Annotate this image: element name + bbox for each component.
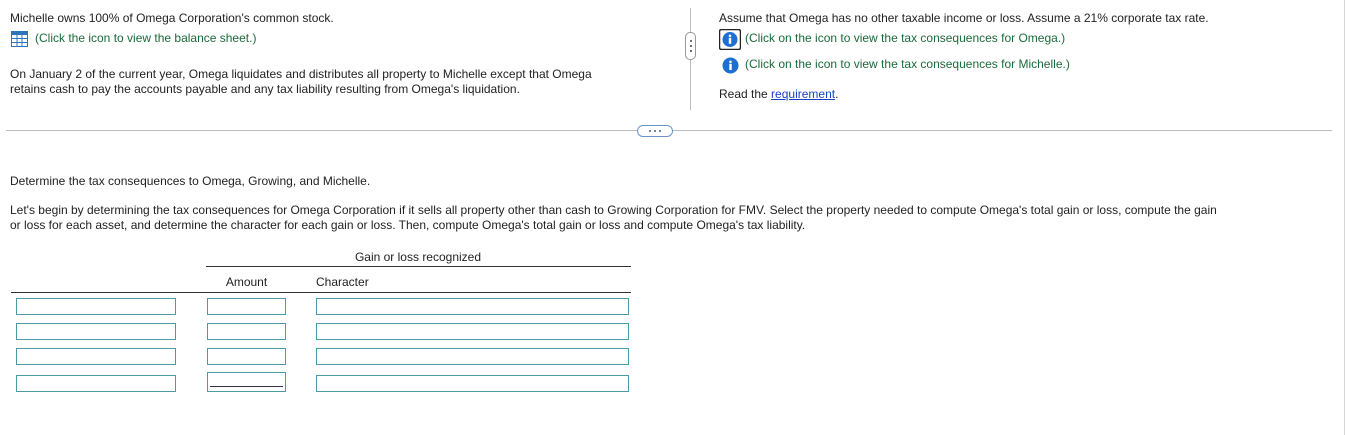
michelle-consequences-link[interactable]: (Click on the icon to view the tax conse… bbox=[745, 56, 1070, 72]
property-select[interactable] bbox=[16, 348, 176, 365]
property-select[interactable] bbox=[16, 298, 176, 315]
read-prefix: Read the bbox=[719, 87, 772, 101]
info-icon bbox=[718, 28, 742, 51]
amount-column-header: Amount bbox=[225, 275, 268, 289]
scenario-line-2: retains cash to pay the accounts payable… bbox=[10, 82, 520, 96]
info-icon bbox=[722, 57, 739, 74]
character-select[interactable] bbox=[316, 323, 629, 340]
read-requirement-line: Read the requirement. bbox=[719, 86, 838, 102]
gain-loss-group-header: Gain or loss recognized bbox=[354, 250, 482, 264]
column-header-rule bbox=[11, 292, 631, 293]
amount-input[interactable] bbox=[207, 372, 286, 392]
scenario-line-1: On January 2 of the current year, Omega … bbox=[10, 67, 592, 81]
omega-info-button[interactable] bbox=[718, 28, 742, 51]
character-select[interactable] bbox=[316, 298, 629, 315]
requirement-link[interactable]: requirement bbox=[771, 87, 835, 101]
property-select[interactable] bbox=[16, 323, 176, 340]
read-suffix: . bbox=[835, 87, 839, 101]
property-select[interactable] bbox=[16, 375, 176, 392]
character-select[interactable] bbox=[316, 348, 629, 365]
assumption-text: Assume that Omega has no other taxable i… bbox=[719, 11, 1209, 25]
amount-input[interactable] bbox=[207, 298, 286, 315]
balance-sheet-icon[interactable] bbox=[11, 31, 28, 47]
group-header-rule bbox=[206, 266, 631, 267]
balance-sheet-link[interactable]: (Click the icon to view the balance shee… bbox=[35, 30, 256, 46]
question-prompt: Determine the tax consequences to Omega,… bbox=[10, 174, 371, 188]
table-grid-icon bbox=[11, 31, 28, 47]
omega-consequences-link[interactable]: (Click on the icon to view the tax conse… bbox=[745, 30, 1065, 46]
vertical-splitter-handle[interactable] bbox=[685, 32, 696, 60]
horizontal-splitter-handle[interactable] bbox=[637, 125, 673, 137]
amount-input[interactable] bbox=[207, 323, 286, 340]
instructions-line-2: or loss for each asset, and determine th… bbox=[10, 218, 806, 232]
michelle-info-button[interactable] bbox=[722, 57, 739, 74]
intro-text: Michelle owns 100% of Omega Corporation'… bbox=[10, 11, 334, 25]
instructions-line-1: Let's begin by determining the tax conse… bbox=[10, 203, 1217, 217]
amount-input[interactable] bbox=[207, 348, 286, 365]
character-select[interactable] bbox=[316, 375, 629, 392]
character-column-header: Character bbox=[316, 275, 369, 289]
right-edge-border bbox=[1344, 0, 1345, 435]
total-underline bbox=[210, 386, 283, 387]
